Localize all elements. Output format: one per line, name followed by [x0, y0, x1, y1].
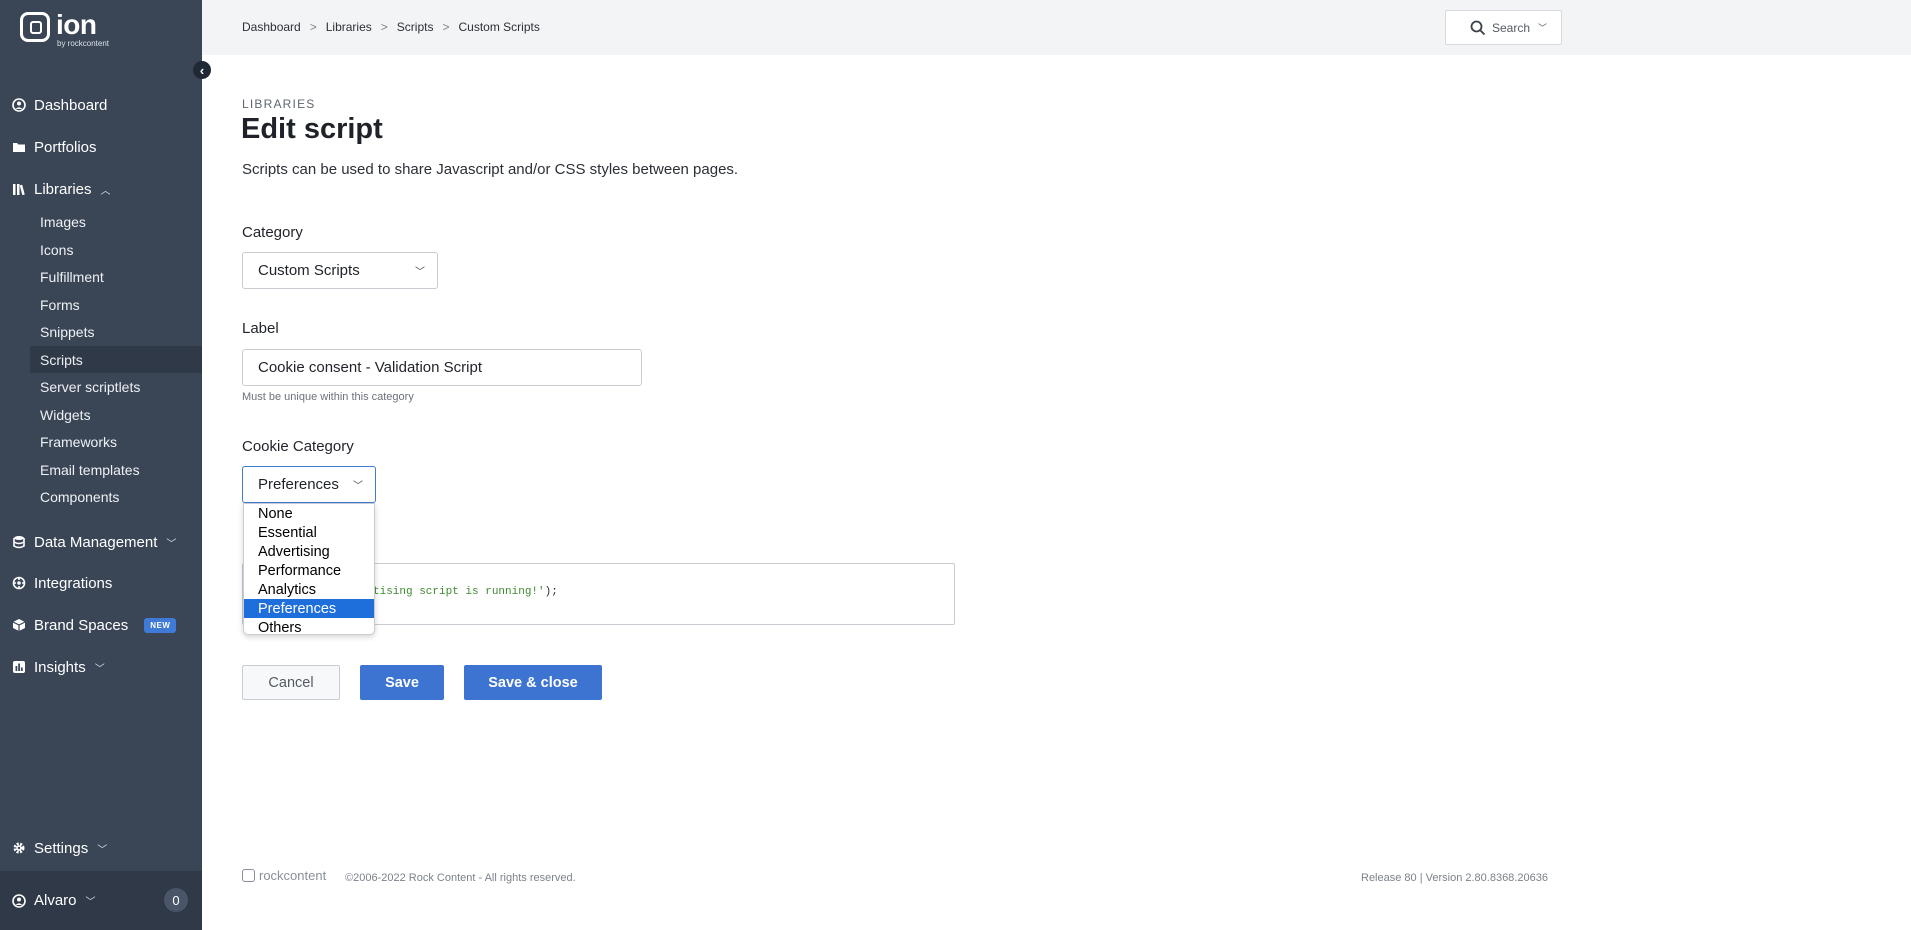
- sidebar-item-label: Data Management: [34, 533, 158, 551]
- footer-version: Release 80 | Version 2.80.8368.20636: [1361, 872, 1548, 884]
- code-string: tising script is running!': [373, 586, 545, 598]
- new-badge: NEW: [144, 617, 177, 633]
- breadcrumb-scripts[interactable]: Scripts: [397, 20, 434, 34]
- sidebar-item-label: Settings: [34, 839, 89, 857]
- collapse-sidebar-button[interactable]: ‹: [193, 61, 211, 79]
- chart-icon: [12, 660, 26, 674]
- breadcrumb-separator: >: [309, 20, 317, 34]
- cookie-category-value: Preferences: [258, 476, 339, 493]
- logo-word: ion: [56, 9, 97, 40]
- save-and-close-button[interactable]: Save & close: [464, 665, 602, 700]
- sidebar-subitem-icons[interactable]: Icons: [30, 236, 202, 263]
- breadcrumb-separator: >: [380, 20, 388, 34]
- sidebar-item-settings[interactable]: Settings ﹀: [0, 827, 202, 869]
- section-overline: LIBRARIES: [242, 97, 316, 111]
- page-description: Scripts can be used to share Javascript …: [242, 161, 739, 178]
- footer-logo-text: rockcontent: [259, 868, 327, 883]
- breadcrumb-separator: >: [442, 20, 450, 34]
- sidebar: ion by rockcontent Dashboard Portfolios …: [0, 0, 202, 930]
- sidebar-item-insights[interactable]: Insights ﹀: [0, 646, 202, 688]
- category-select[interactable]: Custom Scripts ﹀: [242, 252, 438, 289]
- category-label: Category: [242, 224, 303, 241]
- sidebar-subitem-widgets[interactable]: Widgets: [30, 401, 202, 428]
- option-performance[interactable]: Performance: [244, 561, 374, 580]
- search-button[interactable]: Search ﹀: [1445, 10, 1562, 45]
- notification-count[interactable]: 0: [164, 888, 188, 912]
- code-line: tising script is running!');: [373, 586, 558, 598]
- dashboard-icon: [12, 98, 26, 112]
- user-name: Alvaro: [34, 892, 77, 909]
- chevron-down-icon: ﹀: [353, 481, 363, 492]
- sidebar-subitem-components[interactable]: Components: [30, 483, 202, 510]
- option-advertising[interactable]: Advertising: [244, 542, 374, 561]
- sidebar-subitem-images[interactable]: Images: [30, 208, 202, 235]
- breadcrumb-custom-scripts: Custom Scripts: [458, 20, 540, 34]
- sidebar-subitem-scripts[interactable]: Scripts: [30, 346, 202, 373]
- cookie-category-dropdown: None Essential Advertising Performance A…: [243, 503, 375, 637]
- sidebar-item-label: Portfolios: [34, 138, 97, 156]
- sidebar-item-label: Dashboard: [34, 96, 108, 114]
- breadcrumb-dashboard[interactable]: Dashboard: [242, 20, 301, 34]
- chevron-down-icon: ﹀: [166, 538, 177, 550]
- chevron-down-icon: ﹀: [85, 897, 96, 908]
- logo-subtitle: by rockcontent: [57, 39, 110, 48]
- top-bar: Dashboard > Libraries > Scripts > Custom…: [202, 0, 1911, 55]
- option-analytics[interactable]: Analytics: [244, 580, 374, 599]
- database-icon: [12, 535, 26, 549]
- sidebar-subitem-forms[interactable]: Forms: [30, 291, 202, 318]
- label-field-label: Label: [242, 320, 279, 337]
- search-icon: [1470, 20, 1486, 35]
- cancel-button[interactable]: Cancel: [242, 665, 340, 700]
- label-hint: Must be unique within this category: [242, 391, 414, 403]
- user-avatar-icon: [12, 893, 26, 908]
- code-text: );: [544, 586, 558, 598]
- option-others[interactable]: Others: [244, 618, 374, 637]
- sidebar-item-portfolios[interactable]: Portfolios: [0, 126, 202, 168]
- ion-logo[interactable]: ion by rockcontent: [20, 10, 109, 48]
- page-title: Edit script: [241, 113, 383, 145]
- library-icon: [12, 182, 26, 196]
- sidebar-item-label: Insights: [34, 658, 86, 676]
- ion-logo-icon: [20, 12, 50, 42]
- sidebar-subitem-server-scriptlets[interactable]: Server scriptlets: [30, 373, 202, 400]
- sidebar-item-data-management[interactable]: Data Management ﹀: [0, 521, 202, 563]
- option-essential[interactable]: Essential: [244, 523, 374, 542]
- rockcontent-icon: [242, 869, 255, 882]
- sidebar-item-label: Libraries: [34, 180, 92, 198]
- chevron-down-icon: ﹀: [415, 267, 425, 278]
- footer-copyright: ©2006-2022 Rock Content - All rights res…: [345, 872, 576, 884]
- option-preferences[interactable]: Preferences: [244, 599, 374, 618]
- chevron-down-icon: ﹀: [1538, 23, 1548, 33]
- sidebar-subitem-fulfillment[interactable]: Fulfillment: [30, 263, 202, 290]
- user-menu[interactable]: Alvaro ﹀ 0: [0, 871, 202, 930]
- category-value: Custom Scripts: [258, 262, 360, 279]
- chevron-down-icon: ﹀: [97, 844, 108, 856]
- integrations-icon: [12, 576, 26, 590]
- chevron-down-icon: ﹀: [94, 663, 105, 675]
- sidebar-item-libraries[interactable]: Libraries ︿: [0, 168, 202, 210]
- breadcrumb-libraries[interactable]: Libraries: [326, 20, 372, 34]
- breadcrumb: Dashboard > Libraries > Scripts > Custom…: [242, 20, 540, 34]
- cookie-category-select[interactable]: Preferences ﹀: [242, 466, 376, 503]
- label-input[interactable]: [242, 349, 642, 386]
- save-button[interactable]: Save: [360, 665, 444, 700]
- folder-icon: [12, 140, 26, 154]
- sidebar-item-integrations[interactable]: Integrations: [0, 562, 202, 604]
- gear-icon: [12, 841, 26, 855]
- search-label: Search: [1492, 20, 1531, 35]
- sidebar-item-label: Brand Spaces: [34, 616, 129, 634]
- sidebar-item-brand-spaces[interactable]: Brand Spaces NEW: [0, 604, 202, 646]
- sidebar-item-dashboard[interactable]: Dashboard: [0, 84, 202, 126]
- option-none[interactable]: None: [244, 504, 374, 523]
- sidebar-subitem-frameworks[interactable]: Frameworks: [30, 428, 202, 455]
- cube-icon: [12, 618, 26, 632]
- cookie-category-label: Cookie Category: [242, 438, 354, 455]
- chevron-up-icon: ︿: [100, 185, 111, 197]
- sidebar-subitem-email-templates[interactable]: Email templates: [30, 456, 202, 483]
- sidebar-subitem-snippets[interactable]: Snippets: [30, 318, 202, 345]
- footer-logo: rockcontent: [242, 868, 326, 883]
- sidebar-item-label: Integrations: [34, 574, 113, 592]
